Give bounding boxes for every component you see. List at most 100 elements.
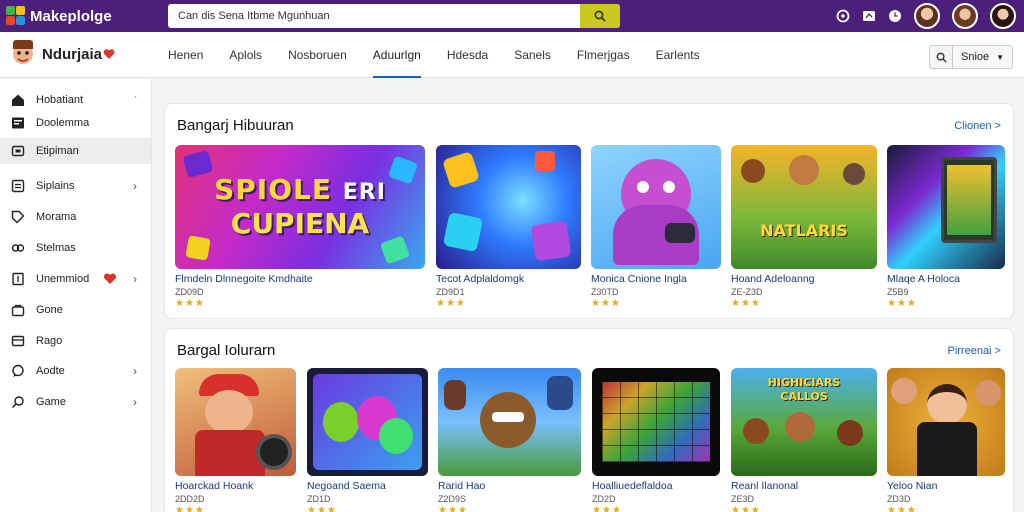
rating-stars: ★★★ [731,298,761,309]
grid-icon [11,179,25,193]
game-card[interactable]: Hoalliuedeflaldoa ZD2D ★★★ [592,368,720,512]
nav-tabs: Henen Aplols Nosboruen Aduurlgn Hdesda S… [168,32,726,78]
banner-text: CALLOS [780,390,828,403]
game-card[interactable]: Monica Cnione Ingla Z30TD ★★★ [591,145,721,309]
game-card[interactable]: Rarid Hao Z2D9S ★★★ [438,368,581,512]
notifications-icon[interactable] [836,9,850,23]
game-thumbnail [436,145,581,269]
game-card[interactable]: Hoarckad Hoank 2DD2D ★★★ [175,368,296,512]
game-title: Mlaqe A Holoca [887,273,960,285]
filter-search-button[interactable] [929,45,953,69]
sidebar-item-rago[interactable]: Rago [0,328,151,354]
rating-stars: ★★★ [438,505,468,512]
tag-icon [11,210,25,224]
tab-aplols[interactable]: Aplols [229,32,262,78]
chat-icon [12,364,24,377]
avatar[interactable] [952,3,978,29]
chevron-icon: ˊ [134,95,137,105]
category-bar: Ndurjaia Henen Aplols Nosboruen Aduurlgn… [0,32,1024,78]
sidebar-item-doolemma[interactable]: Doolemma [0,110,151,136]
banner-text: CUPIENA [230,207,370,240]
messages-icon[interactable] [862,9,876,23]
app-name: Makeplolge [30,7,112,25]
tab-flmerjgas[interactable]: Flmerjgas [577,32,630,78]
game-title: Reanl Ilanonal [731,480,799,492]
game-card[interactable]: SPIOLE ERI CUPIENA Flmdeln Dlnnegoite Km… [175,145,425,309]
rating-stars: ★★★ [592,505,622,512]
filter-select[interactable]: Snioe ▼ [953,45,1013,69]
top-bar: Makeplolge Can dis Sena Itbme Mgunhuan [0,0,1024,32]
store-icon [11,145,25,157]
tab-nosboruen[interactable]: Nosboruen [288,32,347,78]
sidebar-item-etipiman[interactable]: Etipiman [0,138,151,164]
game-title: Hoarckad Hoank [175,480,254,492]
app-logo[interactable]: Makeplolge [6,6,112,26]
home-icon [12,94,24,106]
rating-stars: ★★★ [887,298,917,309]
section-title: Bargal Iolurarn [177,342,276,359]
game-card[interactable]: NATLARIS Hoand Adeloanng ZE-Z3D ★★★ [731,145,877,309]
news-icon [12,117,24,129]
sidebar-item-stelmas[interactable]: Stelmas [0,235,151,261]
game-card[interactable]: Mlaqe A Holoca Z5B9 ★★★ [887,145,1005,309]
tab-aduurlgn[interactable]: Aduurlgn [372,32,421,78]
sidebar-item-aodte[interactable]: Aodte › [0,358,151,384]
avatar[interactable] [990,3,1016,29]
avatar[interactable] [914,3,940,29]
chevron-right-icon: › [133,179,137,193]
rating-stars: ★★★ [591,298,621,309]
search-icon [936,52,947,63]
section-see-all-link[interactable]: Pirreenai > [947,345,1001,357]
game-thumbnail [591,145,721,269]
game-meta: ZD9D1 [436,287,465,297]
game-title: Flmdeln Dlnnegoite Kmdhaite [175,273,313,285]
card-icon [11,335,25,347]
top-actions [836,3,1016,29]
tab-earlents[interactable]: Earlents [656,32,700,78]
search-icon [11,396,24,409]
sidebar-item-gone[interactable]: Gone [0,297,151,323]
sidebar-item-unemmiod[interactable]: Unemmiod › [0,266,151,292]
sidebar-item-morama[interactable]: Morama [0,204,151,230]
sidebar-item-label: Hobatiant [36,94,84,106]
rating-stars: ★★★ [175,298,205,309]
game-card[interactable]: Yeloo Nian ZD3D ★★★ [887,368,1005,512]
game-meta: ZE3D [731,494,755,504]
search-icon [594,10,606,22]
game-meta: Z2D9S [438,494,467,504]
brand[interactable]: Ndurjaia [10,40,115,68]
game-card[interactable]: Tecot Adplaldomgk ZD9D1 ★★★ [436,145,581,309]
banner-text: SPIOLE [214,173,332,206]
sidebar-item-siplains[interactable]: Siplains › [0,173,151,199]
banner-text: ERI [342,180,386,205]
section-title: Bangarj Hibuuran [177,117,294,134]
brand-name: Ndurjaia [42,45,103,63]
sidebar-item-label: Doolemma [36,117,90,129]
game-card[interactable]: Negoand Saema ZD1D ★★★ [307,368,428,512]
tab-henen[interactable]: Henen [168,32,203,78]
game-meta: 2DD2D [175,494,205,504]
search-button[interactable] [580,4,620,28]
rating-stars: ★★★ [307,505,337,512]
game-title: Rarid Hao [438,480,486,492]
game-thumbnail [175,368,296,476]
sidebar-item-label: Rago [36,335,63,347]
filter-select-value: Snioe [961,51,990,63]
sidebar-item-game[interactable]: Game › [0,389,151,415]
clock-icon[interactable] [888,9,902,23]
sidebar-item-label: Gone [36,304,63,316]
search-input[interactable]: Can dis Sena Itbme Mgunhuan [168,10,580,22]
tab-sanels[interactable]: Sanels [514,32,551,78]
game-thumbnail [307,368,428,476]
game-title: Negoand Saema [307,480,386,492]
game-card[interactable]: HIGHICIARS CALLOS Reanl Ilanonal ZE3D ★★… [731,368,877,512]
tab-hdesda[interactable]: Hdesda [447,32,488,78]
section-see-all-link[interactable]: Clionen > [954,120,1001,132]
game-thumbnail [592,368,720,476]
banner-text: NATLARIS [760,221,848,240]
rating-stars: ★★★ [436,298,466,309]
game-thumbnail [887,368,1005,476]
game-meta: ZD2D [592,494,616,504]
sidebar-item-label: Morama [36,211,77,223]
chevron-right-icon: › [133,364,137,378]
